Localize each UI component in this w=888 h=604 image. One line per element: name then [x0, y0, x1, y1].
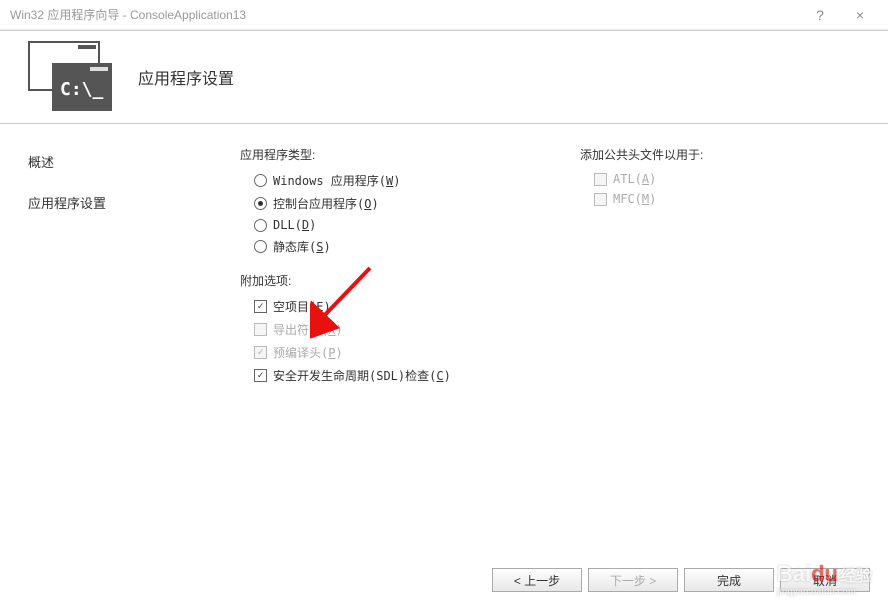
sidebar-item-settings[interactable]: 应用程序设置 [28, 189, 210, 216]
main-panel: 应用程序类型: Windows 应用程序(W) 控制台应用程序(O) DLL(D… [210, 124, 888, 554]
radio-icon [254, 174, 267, 187]
prev-button[interactable]: < 上一步 [492, 568, 582, 592]
option-label: MFC(M) [613, 192, 656, 206]
radio-static-lib[interactable]: 静态库(S) [240, 235, 570, 258]
close-button[interactable]: × [840, 3, 880, 27]
titlebar: Win32 应用程序向导 - ConsoleApplication13 ? × [0, 0, 888, 30]
sidebar: 概述 应用程序设置 [0, 124, 210, 554]
checkbox-sdl-check[interactable]: 安全开发生命周期(SDL)检查(C) [240, 364, 570, 387]
option-label: 导出符号(X) [273, 321, 343, 338]
checkbox-icon [254, 300, 267, 313]
option-label: Windows 应用程序(W) [273, 172, 401, 189]
sidebar-item-overview[interactable]: 概述 [28, 148, 210, 175]
checkbox-empty-project[interactable]: 空项目(E) [240, 295, 570, 318]
checkbox-icon [254, 369, 267, 382]
console-icon: C:\_ [28, 41, 116, 113]
content-area: 概述 应用程序设置 应用程序类型: Windows 应用程序(W) 控制台应用程… [0, 124, 888, 554]
window-title: Win32 应用程序向导 - ConsoleApplication13 [10, 6, 800, 23]
additional-label: 附加选项: [240, 272, 570, 289]
checkbox-icon [254, 323, 267, 336]
finish-button[interactable]: 完成 [684, 568, 774, 592]
checkbox-mfc: MFC(M) [580, 189, 703, 209]
option-label: ATL(A) [613, 172, 656, 186]
checkbox-atl: ATL(A) [580, 169, 703, 189]
radio-icon [254, 197, 267, 210]
help-button[interactable]: ? [800, 3, 840, 27]
option-label: 控制台应用程序(O) [273, 195, 379, 212]
option-label: 空项目(E) [273, 298, 331, 315]
banner: C:\_ 应用程序设置 [0, 30, 888, 124]
radio-dll[interactable]: DLL(D) [240, 215, 570, 235]
footer-buttons: < 上一步 下一步 > 完成 取消 [492, 568, 870, 592]
radio-icon [254, 219, 267, 232]
option-label: DLL(D) [273, 218, 316, 232]
left-column: 应用程序类型: Windows 应用程序(W) 控制台应用程序(O) DLL(D… [240, 146, 570, 554]
option-label: 安全开发生命周期(SDL)检查(C) [273, 367, 451, 384]
radio-icon [254, 240, 267, 253]
page-title: 应用程序设置 [138, 65, 234, 89]
checkbox-precompiled-header: 预编译头(P) [240, 341, 570, 364]
app-type-label: 应用程序类型: [240, 146, 570, 163]
next-button: 下一步 > [588, 568, 678, 592]
checkbox-icon [594, 193, 607, 206]
console-text: C:\_ [60, 79, 103, 100]
radio-console-app[interactable]: 控制台应用程序(O) [240, 192, 570, 215]
radio-windows-app[interactable]: Windows 应用程序(W) [240, 169, 570, 192]
checkbox-icon [254, 346, 267, 359]
checkbox-export-symbols: 导出符号(X) [240, 318, 570, 341]
cancel-button[interactable]: 取消 [780, 568, 870, 592]
option-label: 预编译头(P) [273, 344, 343, 361]
option-label: 静态库(S) [273, 238, 331, 255]
right-column: 添加公共头文件以用于: ATL(A) MFC(M) [570, 146, 703, 554]
checkbox-icon [594, 173, 607, 186]
headers-label: 添加公共头文件以用于: [580, 146, 703, 163]
